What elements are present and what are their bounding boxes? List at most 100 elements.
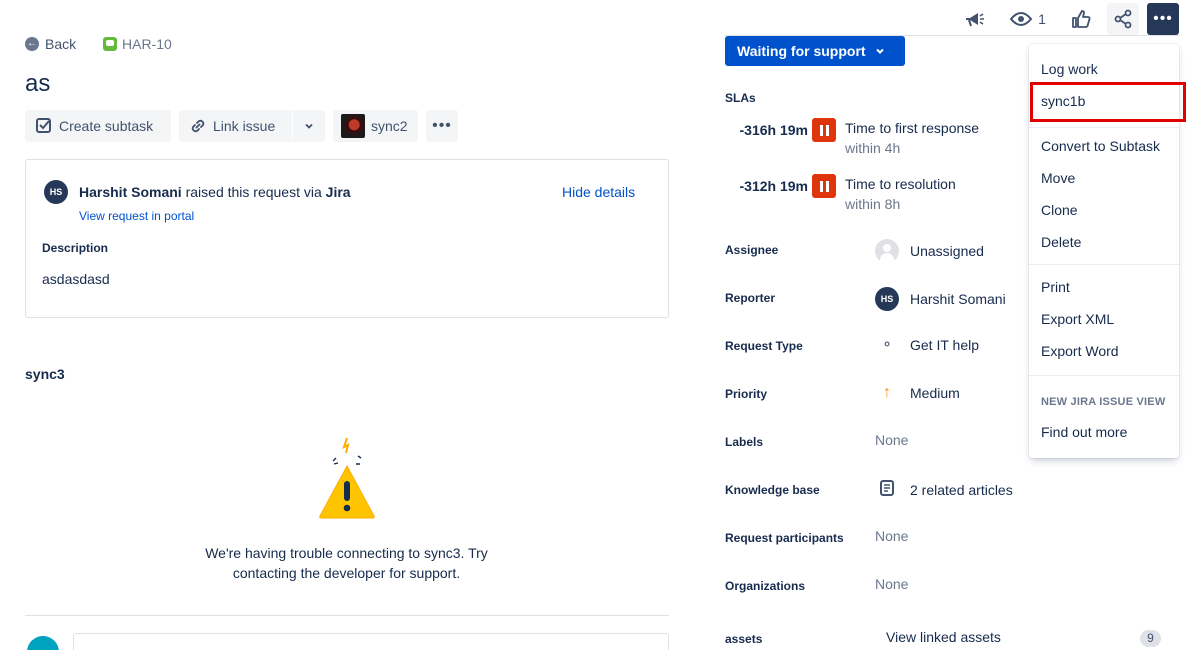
avatar: HS bbox=[44, 180, 68, 204]
reporter-name[interactable]: Harshit Somani bbox=[79, 184, 182, 200]
link-issue-button[interactable]: Link issue bbox=[179, 110, 292, 142]
document-icon bbox=[875, 480, 899, 500]
service-request-icon bbox=[103, 37, 117, 51]
sla-row: -316h 19m bbox=[735, 118, 836, 142]
error-line-2: contacting the developer for support. bbox=[232, 565, 461, 581]
link-issue-dropdown[interactable] bbox=[293, 110, 325, 142]
request-type-value: Get IT help bbox=[910, 336, 980, 353]
headset-icon: ⚬ bbox=[881, 336, 893, 352]
avatar: HS bbox=[875, 287, 899, 311]
description-text[interactable]: asdasdasd bbox=[42, 271, 110, 287]
create-subtask-button[interactable]: Create subtask bbox=[25, 110, 171, 142]
description-label: Description bbox=[42, 241, 109, 255]
sla-section-title: SLAs bbox=[725, 91, 756, 105]
channel-name: Jira bbox=[325, 184, 351, 200]
reporter-value: Harshit Somani bbox=[910, 291, 1006, 307]
sync2-label: sync2 bbox=[371, 118, 408, 134]
connection-error-message: We're having trouble connecting to sync3… bbox=[140, 543, 553, 583]
organizations-label: Organizations bbox=[725, 579, 806, 593]
priority-label: Priority bbox=[725, 387, 768, 401]
knowledge-base-value: 2 related articles bbox=[910, 482, 1013, 498]
participants-label: Request participants bbox=[725, 531, 844, 545]
watch-button[interactable]: 1 bbox=[1008, 8, 1048, 30]
knowledge-base-field[interactable]: 2 related articles bbox=[875, 480, 1013, 500]
sla-goal: within 8h bbox=[845, 196, 901, 212]
menu-divider bbox=[1029, 375, 1179, 376]
pause-icon bbox=[812, 118, 836, 142]
priority-field[interactable]: ↑ Medium bbox=[875, 384, 960, 402]
divider bbox=[25, 615, 669, 616]
app-panel-title: sync3 bbox=[25, 366, 65, 382]
participants-value: None bbox=[875, 528, 909, 544]
more-icon: ••• bbox=[1153, 10, 1173, 27]
priority-value: Medium bbox=[910, 385, 960, 401]
back-link[interactable]: ← Back bbox=[25, 36, 76, 52]
more-options-button[interactable]: ••• bbox=[1147, 3, 1179, 35]
menu-item-print[interactable]: Print bbox=[1041, 279, 1070, 295]
menu-item-find-out-more[interactable]: Find out more bbox=[1041, 424, 1127, 440]
eye-icon bbox=[1010, 12, 1033, 26]
menu-item-delete[interactable]: Delete bbox=[1041, 234, 1081, 250]
menu-item-log-work[interactable]: Log work bbox=[1041, 61, 1098, 77]
menu-item-export-xml[interactable]: Export XML bbox=[1041, 311, 1114, 327]
sync2-app-icon bbox=[341, 114, 365, 138]
menu-group-label: NEW JIRA ISSUE VIEW bbox=[1041, 396, 1166, 408]
sync2-app-button[interactable]: sync2 bbox=[333, 110, 418, 142]
chevron-down-icon bbox=[305, 123, 313, 129]
share-button[interactable] bbox=[1107, 3, 1139, 35]
watcher-count: 1 bbox=[1038, 11, 1046, 27]
sla-name: Time to first response bbox=[845, 120, 980, 136]
link-icon bbox=[191, 119, 205, 133]
raised-text: raised this request via bbox=[185, 184, 322, 200]
reporter-label: Reporter bbox=[725, 291, 776, 305]
organizations-value: None bbox=[875, 576, 909, 592]
menu-item-clone[interactable]: Clone bbox=[1041, 202, 1078, 218]
arrow-up-icon: ↑ bbox=[883, 384, 891, 401]
comment-input[interactable] bbox=[73, 633, 669, 650]
status-dropdown-button[interactable]: Waiting for support bbox=[725, 36, 905, 66]
subtask-icon bbox=[36, 118, 51, 133]
back-label: Back bbox=[45, 36, 77, 52]
labels-value: None bbox=[875, 432, 909, 448]
error-line-1: We're having trouble connecting to sync3… bbox=[205, 545, 488, 561]
raised-by-text: Harshit Somani raised this request via J… bbox=[79, 184, 351, 200]
megaphone-icon bbox=[966, 13, 984, 27]
chevron-down-icon bbox=[875, 48, 884, 54]
share-icon bbox=[1114, 9, 1132, 29]
organizations-field[interactable]: None bbox=[875, 576, 908, 592]
reporter-field[interactable]: HS Harshit Somani bbox=[875, 287, 1006, 311]
labels-label: Labels bbox=[725, 435, 764, 449]
sla-goal: within 4h bbox=[845, 140, 901, 156]
feedback-button[interactable] bbox=[962, 8, 986, 30]
menu-divider bbox=[1029, 127, 1179, 128]
participants-field[interactable]: None bbox=[875, 528, 908, 544]
assignee-value: Unassigned bbox=[910, 243, 984, 259]
thumbs-up-icon bbox=[1072, 10, 1091, 28]
issue-key-label: HAR-10 bbox=[122, 36, 172, 52]
pause-icon bbox=[812, 174, 836, 198]
view-linked-assets-link[interactable]: View linked assets bbox=[886, 629, 1001, 645]
sla-name: Time to resolution bbox=[845, 176, 956, 192]
request-details-card: HS Harshit Somani raised this request vi… bbox=[25, 159, 669, 318]
issue-title[interactable]: as bbox=[25, 70, 50, 98]
issue-key-link[interactable]: HAR-10 bbox=[103, 36, 172, 52]
menu-item-export-word[interactable]: Export Word bbox=[1041, 343, 1119, 359]
warning-illustration-icon bbox=[314, 436, 380, 522]
avatar bbox=[875, 239, 899, 263]
vote-button[interactable] bbox=[1070, 8, 1092, 30]
assignee-field[interactable]: Unassigned bbox=[875, 239, 984, 263]
hide-details-link[interactable]: Hide details bbox=[562, 184, 635, 200]
request-type-field[interactable]: ⚬ Get IT help bbox=[875, 336, 979, 353]
highlight-box bbox=[1030, 82, 1186, 122]
view-portal-link[interactable]: View request in portal bbox=[79, 209, 194, 223]
more-actions-button[interactable]: ••• bbox=[426, 110, 458, 142]
labels-field[interactable]: None bbox=[875, 432, 908, 448]
assets-label: assets bbox=[725, 632, 763, 646]
request-type-label: Request Type bbox=[725, 339, 803, 353]
create-subtask-label: Create subtask bbox=[59, 118, 154, 134]
menu-item-convert-subtask[interactable]: Convert to Subtask bbox=[1041, 138, 1160, 154]
avatar bbox=[27, 636, 59, 650]
menu-divider bbox=[1029, 264, 1179, 265]
knowledge-base-label: Knowledge base bbox=[725, 483, 820, 497]
menu-item-move[interactable]: Move bbox=[1041, 170, 1075, 186]
